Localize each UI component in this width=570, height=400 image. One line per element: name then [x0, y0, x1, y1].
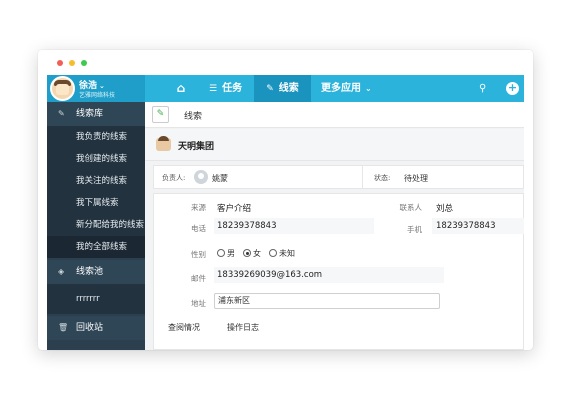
- nav-more-label: 更多应用: [321, 83, 361, 94]
- search-button[interactable]: ⚲: [479, 75, 486, 102]
- maximize-window-dot[interactable]: [81, 60, 87, 66]
- company-name: 天明集团: [178, 142, 215, 152]
- add-button[interactable]: +: [506, 82, 519, 95]
- sidebar-item-newly-assigned[interactable]: 新分配给我的线索: [47, 214, 145, 236]
- leads-icon[interactable]: ✎: [152, 106, 169, 123]
- nav-home[interactable]: ⌂: [172, 75, 190, 102]
- nav-task-label: 任务: [222, 83, 243, 94]
- sidebar: ✎ 线索库 我负责的线索 我创建的线索 我关注的线索 我下属线索 新分配给我的线…: [47, 102, 145, 350]
- breadcrumb-label: 线索: [184, 112, 203, 122]
- sidebar-group-label: 线索库: [76, 109, 104, 119]
- chevron-down-icon: ⌄: [99, 82, 105, 90]
- email-value: 18339269039@163.com: [217, 270, 323, 280]
- sidebar-item-all-mine[interactable]: 我的全部线索: [47, 236, 145, 258]
- home-icon: ⌂: [176, 81, 186, 95]
- gender-radio-male[interactable]: 男: [217, 248, 235, 259]
- chevron-down-icon: ⌄: [365, 84, 372, 93]
- leads-icon: ✎: [58, 109, 65, 118]
- sidebar-item-my-followed[interactable]: 我关注的线索: [47, 170, 145, 192]
- status-label: 状态:: [374, 174, 391, 182]
- mobile-value: 18239378843: [436, 221, 496, 231]
- address-input[interactable]: 浦东新区: [214, 293, 440, 309]
- contact-label: 联系人: [399, 203, 423, 212]
- gender-label: 性别: [191, 250, 206, 259]
- sidebar-group-recycle[interactable]: 🗑 回收站: [47, 316, 145, 340]
- gender-radio-group: 男 女 未知: [217, 248, 337, 260]
- status-value[interactable]: 待处理: [404, 173, 428, 184]
- close-window-dot[interactable]: [57, 60, 63, 66]
- owner-avatar-icon: [194, 170, 208, 184]
- lead-header: 天明集团: [145, 129, 524, 161]
- user-avatar: [50, 76, 75, 101]
- email-label: 邮件: [191, 274, 206, 283]
- list-icon: ☰: [209, 84, 218, 94]
- sidebar-item-my-created[interactable]: 我创建的线索: [47, 148, 145, 170]
- sidebar-item-pool-entry[interactable]: rrrrrrr: [47, 284, 145, 314]
- plus-icon: +: [507, 81, 518, 94]
- sidebar-item-my-responsible[interactable]: 我负责的线索: [47, 126, 145, 148]
- source-label: 来源: [191, 203, 206, 212]
- owner-name[interactable]: 姚蒙: [212, 173, 228, 184]
- app-window: 徐浩 ⌄ 艺雅网络科技 ⌂ ☰ 任务 ✎ 线索 更多应用 ⌄ ⚲ + ✎ 线索库…: [38, 50, 533, 350]
- user-company: 艺雅网络科技: [79, 92, 116, 99]
- minimize-window-dot[interactable]: [69, 60, 75, 66]
- phone-value: 18239378843: [217, 221, 277, 231]
- gender-radio-female[interactable]: 女: [243, 248, 261, 259]
- contact-value: 刘总: [436, 204, 454, 214]
- mobile-label: 手机: [407, 225, 422, 234]
- trash-icon: 🗑: [58, 323, 69, 332]
- nav-leads[interactable]: ✎ 线索: [254, 75, 311, 102]
- leads-icon: ✎: [266, 84, 274, 94]
- divider: [362, 166, 363, 188]
- owner-label: 负责人:: [162, 174, 186, 182]
- address-label: 地址: [191, 299, 206, 308]
- crm-app: 徐浩 ⌄ 艺雅网络科技 ⌂ ☰ 任务 ✎ 线索 更多应用 ⌄ ⚲ + ✎ 线索库…: [47, 75, 524, 350]
- sidebar-group-pool[interactable]: ◈ 线索池: [47, 260, 145, 284]
- search-icon: ⚲: [479, 83, 487, 94]
- owner-status-bar: 负责人: 姚蒙 状态: 待处理: [153, 165, 524, 189]
- tab-view-status[interactable]: 查阅情况: [168, 322, 200, 333]
- company-avatar-icon: [156, 136, 171, 151]
- layers-icon: ◈: [58, 267, 65, 276]
- sidebar-item-subordinate[interactable]: 我下属线索: [47, 192, 145, 214]
- gender-radio-unknown[interactable]: 未知: [269, 248, 295, 259]
- sidebar-group-label: 回收站: [76, 323, 104, 333]
- tab-operation-log[interactable]: 操作日志: [227, 322, 259, 333]
- phone-label: 电话: [191, 224, 206, 233]
- nav-task[interactable]: ☰ 任务: [209, 75, 242, 102]
- nav-more-apps[interactable]: 更多应用 ⌄: [321, 75, 372, 102]
- window-titlebar: [38, 50, 533, 75]
- user-menu[interactable]: 徐浩 ⌄ 艺雅网络科技: [47, 75, 145, 102]
- top-nav: 徐浩 ⌄ 艺雅网络科技 ⌂ ☰ 任务 ✎ 线索 更多应用 ⌄ ⚲ +: [47, 75, 524, 102]
- sidebar-group-leads[interactable]: ✎ 线索库: [47, 102, 145, 126]
- sidebar-group-label: 线索池: [76, 267, 104, 277]
- breadcrumb: ✎ 线索: [145, 102, 524, 128]
- lead-detail-form: 来源 客户介绍 联系人 刘总 电话 18239378843 手机 1823937…: [153, 193, 524, 350]
- main-content: ✎ 线索 天明集团 负责人: 姚蒙 状态: 待处理 来源 客户介绍 联系人 刘总…: [145, 102, 524, 350]
- source-value: 客户介绍: [217, 204, 252, 214]
- nav-leads-label: 线索: [278, 83, 299, 94]
